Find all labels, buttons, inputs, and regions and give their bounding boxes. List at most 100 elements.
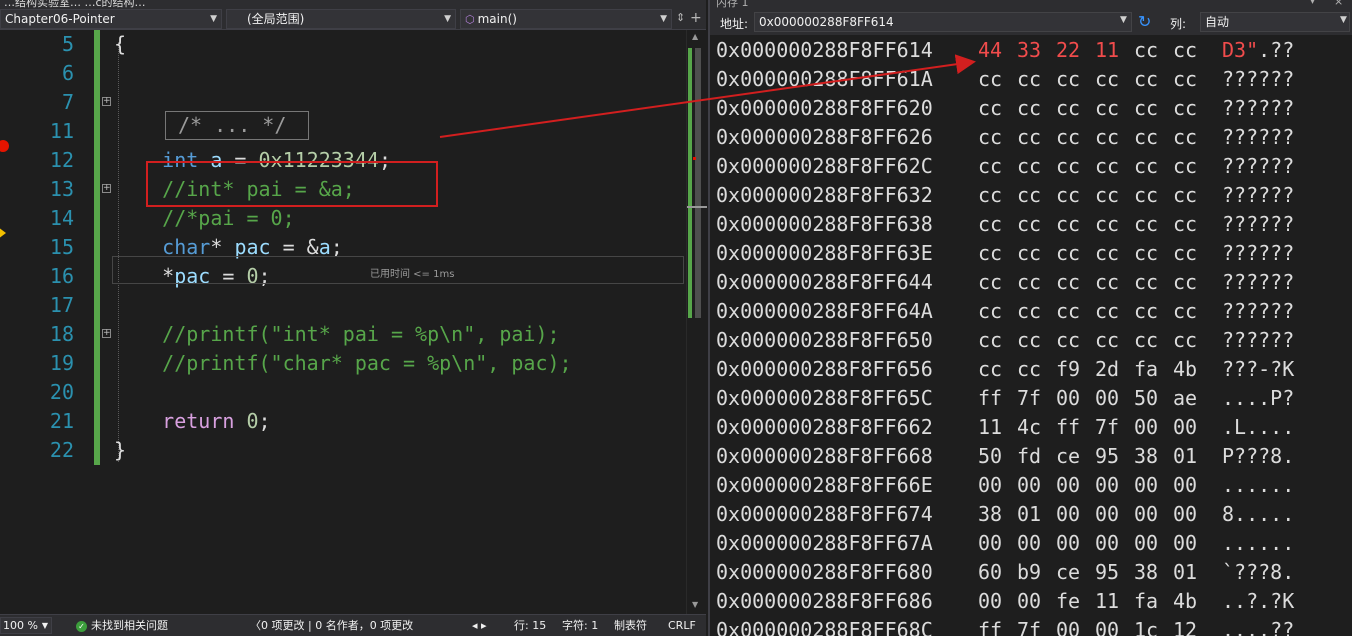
memory-byte[interactable]: cc: [1054, 210, 1082, 239]
memory-byte[interactable]: 00: [1093, 471, 1121, 500]
memory-byte[interactable]: cc: [1132, 210, 1160, 239]
memory-ascii[interactable]: ??????: [1222, 268, 1294, 297]
memory-byte[interactable]: 1c: [1132, 616, 1160, 636]
memory-byte[interactable]: 00: [1171, 529, 1199, 558]
memory-byte[interactable]: 00: [1054, 616, 1082, 636]
memory-byte[interactable]: 00: [976, 587, 1004, 616]
memory-byte[interactable]: cc: [1054, 297, 1082, 326]
function-dropdown[interactable]: ⬡ main() ▼: [460, 9, 672, 29]
eol-indicator[interactable]: CRLF: [668, 618, 696, 633]
memory-byte[interactable]: cc: [1132, 123, 1160, 152]
memory-ascii[interactable]: ......: [1222, 529, 1294, 558]
memory-byte[interactable]: cc: [1054, 65, 1082, 94]
memory-byte[interactable]: cc: [1132, 268, 1160, 297]
document-tab-strip[interactable]: …结构实验室… …c的结构…: [0, 0, 706, 8]
memory-row[interactable]: 0x000000288F8FF65C ff 7f 00 00 50 ae ....P?: [710, 384, 1352, 413]
memory-byte[interactable]: 00: [1015, 471, 1043, 500]
memory-byte[interactable]: fa: [1132, 587, 1160, 616]
memory-byte[interactable]: cc: [1015, 239, 1043, 268]
memory-byte[interactable]: cc: [1171, 297, 1199, 326]
refresh-icon[interactable]: ↻: [1138, 12, 1151, 32]
memory-grid[interactable]: 0x000000288F8FF614 44 33 22 11 cc cc D3".?? 0x00…: [710, 36, 1352, 636]
memory-byte[interactable]: cc: [1171, 123, 1199, 152]
memory-byte[interactable]: 4b: [1171, 355, 1199, 384]
memory-byte[interactable]: cc: [1132, 94, 1160, 123]
memory-row[interactable]: 0x000000288F8FF632 cc cc cc cc cc cc??????: [710, 181, 1352, 210]
memory-byte[interactable]: cc: [976, 297, 1004, 326]
memory-byte[interactable]: cc: [1171, 210, 1199, 239]
memory-byte[interactable]: 50: [1132, 384, 1160, 413]
memory-byte[interactable]: cc: [1132, 65, 1160, 94]
memory-byte[interactable]: cc: [1093, 210, 1121, 239]
dropdown-icon[interactable]: ▾: [1310, 0, 1315, 7]
memory-byte[interactable]: cc: [1093, 65, 1121, 94]
memory-byte[interactable]: 00: [1015, 587, 1043, 616]
nav-arrows[interactable]: ◂ ▸: [472, 618, 487, 633]
memory-row[interactable]: 0x000000288F8FF67A 00 00 00 00 00 00......: [710, 529, 1352, 558]
memory-byte[interactable]: 22: [1054, 36, 1082, 65]
memory-byte[interactable]: 7f: [1015, 384, 1043, 413]
memory-ascii[interactable]: D3".??: [1222, 36, 1294, 65]
memory-byte[interactable]: cc: [1132, 152, 1160, 181]
memory-byte[interactable]: 7f: [1093, 413, 1121, 442]
fold-toggle-icon[interactable]: +: [102, 329, 111, 338]
memory-byte[interactable]: cc: [1093, 326, 1121, 355]
memory-byte[interactable]: cc: [1171, 94, 1199, 123]
memory-row[interactable]: 0x000000288F8FF668 50 fd ce 95 38 01 P???8.: [710, 442, 1352, 471]
memory-byte[interactable]: 00: [1093, 384, 1121, 413]
memory-byte[interactable]: cc: [1015, 65, 1043, 94]
memory-byte[interactable]: 11: [1093, 36, 1121, 65]
memory-ascii[interactable]: ??????: [1222, 123, 1294, 152]
arrow-left-icon[interactable]: ◂: [472, 619, 478, 632]
memory-byte[interactable]: 00: [1054, 384, 1082, 413]
memory-byte[interactable]: cc: [1132, 239, 1160, 268]
memory-byte[interactable]: cc: [976, 210, 1004, 239]
fold-toggle-icon[interactable]: +: [102, 184, 111, 193]
editor-vertical-scrollbar[interactable]: ▲ ▼: [686, 30, 707, 614]
memory-ascii[interactable]: ....P?: [1222, 384, 1294, 413]
document-tab-label[interactable]: …结构实验室… …c的结构…: [4, 0, 146, 8]
memory-byte[interactable]: cc: [1015, 94, 1043, 123]
issues-indicator[interactable]: ✓ 未找到相关问题: [76, 618, 168, 633]
memory-byte[interactable]: cc: [1093, 94, 1121, 123]
scroll-down-icon[interactable]: ▼: [692, 600, 698, 609]
memory-byte[interactable]: cc: [1093, 297, 1121, 326]
memory-ascii[interactable]: ??????: [1222, 210, 1294, 239]
memory-byte[interactable]: cc: [1054, 326, 1082, 355]
memory-byte[interactable]: 00: [976, 529, 1004, 558]
code-line[interactable]: 14 //*pai = 0;: [0, 204, 686, 233]
memory-row[interactable]: 0x000000288F8FF614 44 33 22 11 cc cc D3".??: [710, 36, 1352, 65]
memory-ascii[interactable]: .L....: [1222, 413, 1294, 442]
code-line[interactable]: 5{: [0, 30, 686, 59]
chevron-down-icon[interactable]: ▼: [1340, 15, 1347, 25]
memory-byte[interactable]: cc: [1054, 239, 1082, 268]
scroll-thumb[interactable]: [695, 48, 701, 318]
memory-byte[interactable]: cc: [976, 94, 1004, 123]
memory-ascii[interactable]: P???8.: [1222, 442, 1294, 471]
memory-row[interactable]: 0x000000288F8FF680 60 b9 ce 95 38 01 `???8.: [710, 558, 1352, 587]
memory-byte[interactable]: 33: [1015, 36, 1043, 65]
memory-byte[interactable]: cc: [1093, 123, 1121, 152]
memory-byte[interactable]: cc: [1054, 123, 1082, 152]
memory-ascii[interactable]: ??????: [1222, 65, 1294, 94]
memory-byte[interactable]: 50: [976, 442, 1004, 471]
memory-ascii[interactable]: ???-?K: [1222, 355, 1294, 384]
memory-byte[interactable]: cc: [976, 326, 1004, 355]
memory-byte[interactable]: cc: [976, 355, 1004, 384]
memory-byte[interactable]: cc: [1093, 152, 1121, 181]
columns-dropdown[interactable]: 自动: [1200, 12, 1350, 32]
memory-ascii[interactable]: ??????: [1222, 94, 1294, 123]
memory-byte[interactable]: 11: [1093, 587, 1121, 616]
memory-byte[interactable]: 11: [976, 413, 1004, 442]
memory-byte[interactable]: 44: [976, 36, 1004, 65]
memory-ascii[interactable]: `???8.: [1222, 558, 1294, 587]
memory-ascii[interactable]: ......: [1222, 471, 1294, 500]
memory-byte[interactable]: 00: [1093, 500, 1121, 529]
memory-byte[interactable]: 01: [1171, 558, 1199, 587]
memory-ascii[interactable]: ??????: [1222, 297, 1294, 326]
memory-byte[interactable]: cc: [1171, 152, 1199, 181]
code-line[interactable]: 21 return 0;: [0, 407, 686, 436]
code-line[interactable]: 20: [0, 378, 686, 407]
memory-byte[interactable]: cc: [1171, 36, 1199, 65]
memory-byte[interactable]: 4c: [1015, 413, 1043, 442]
